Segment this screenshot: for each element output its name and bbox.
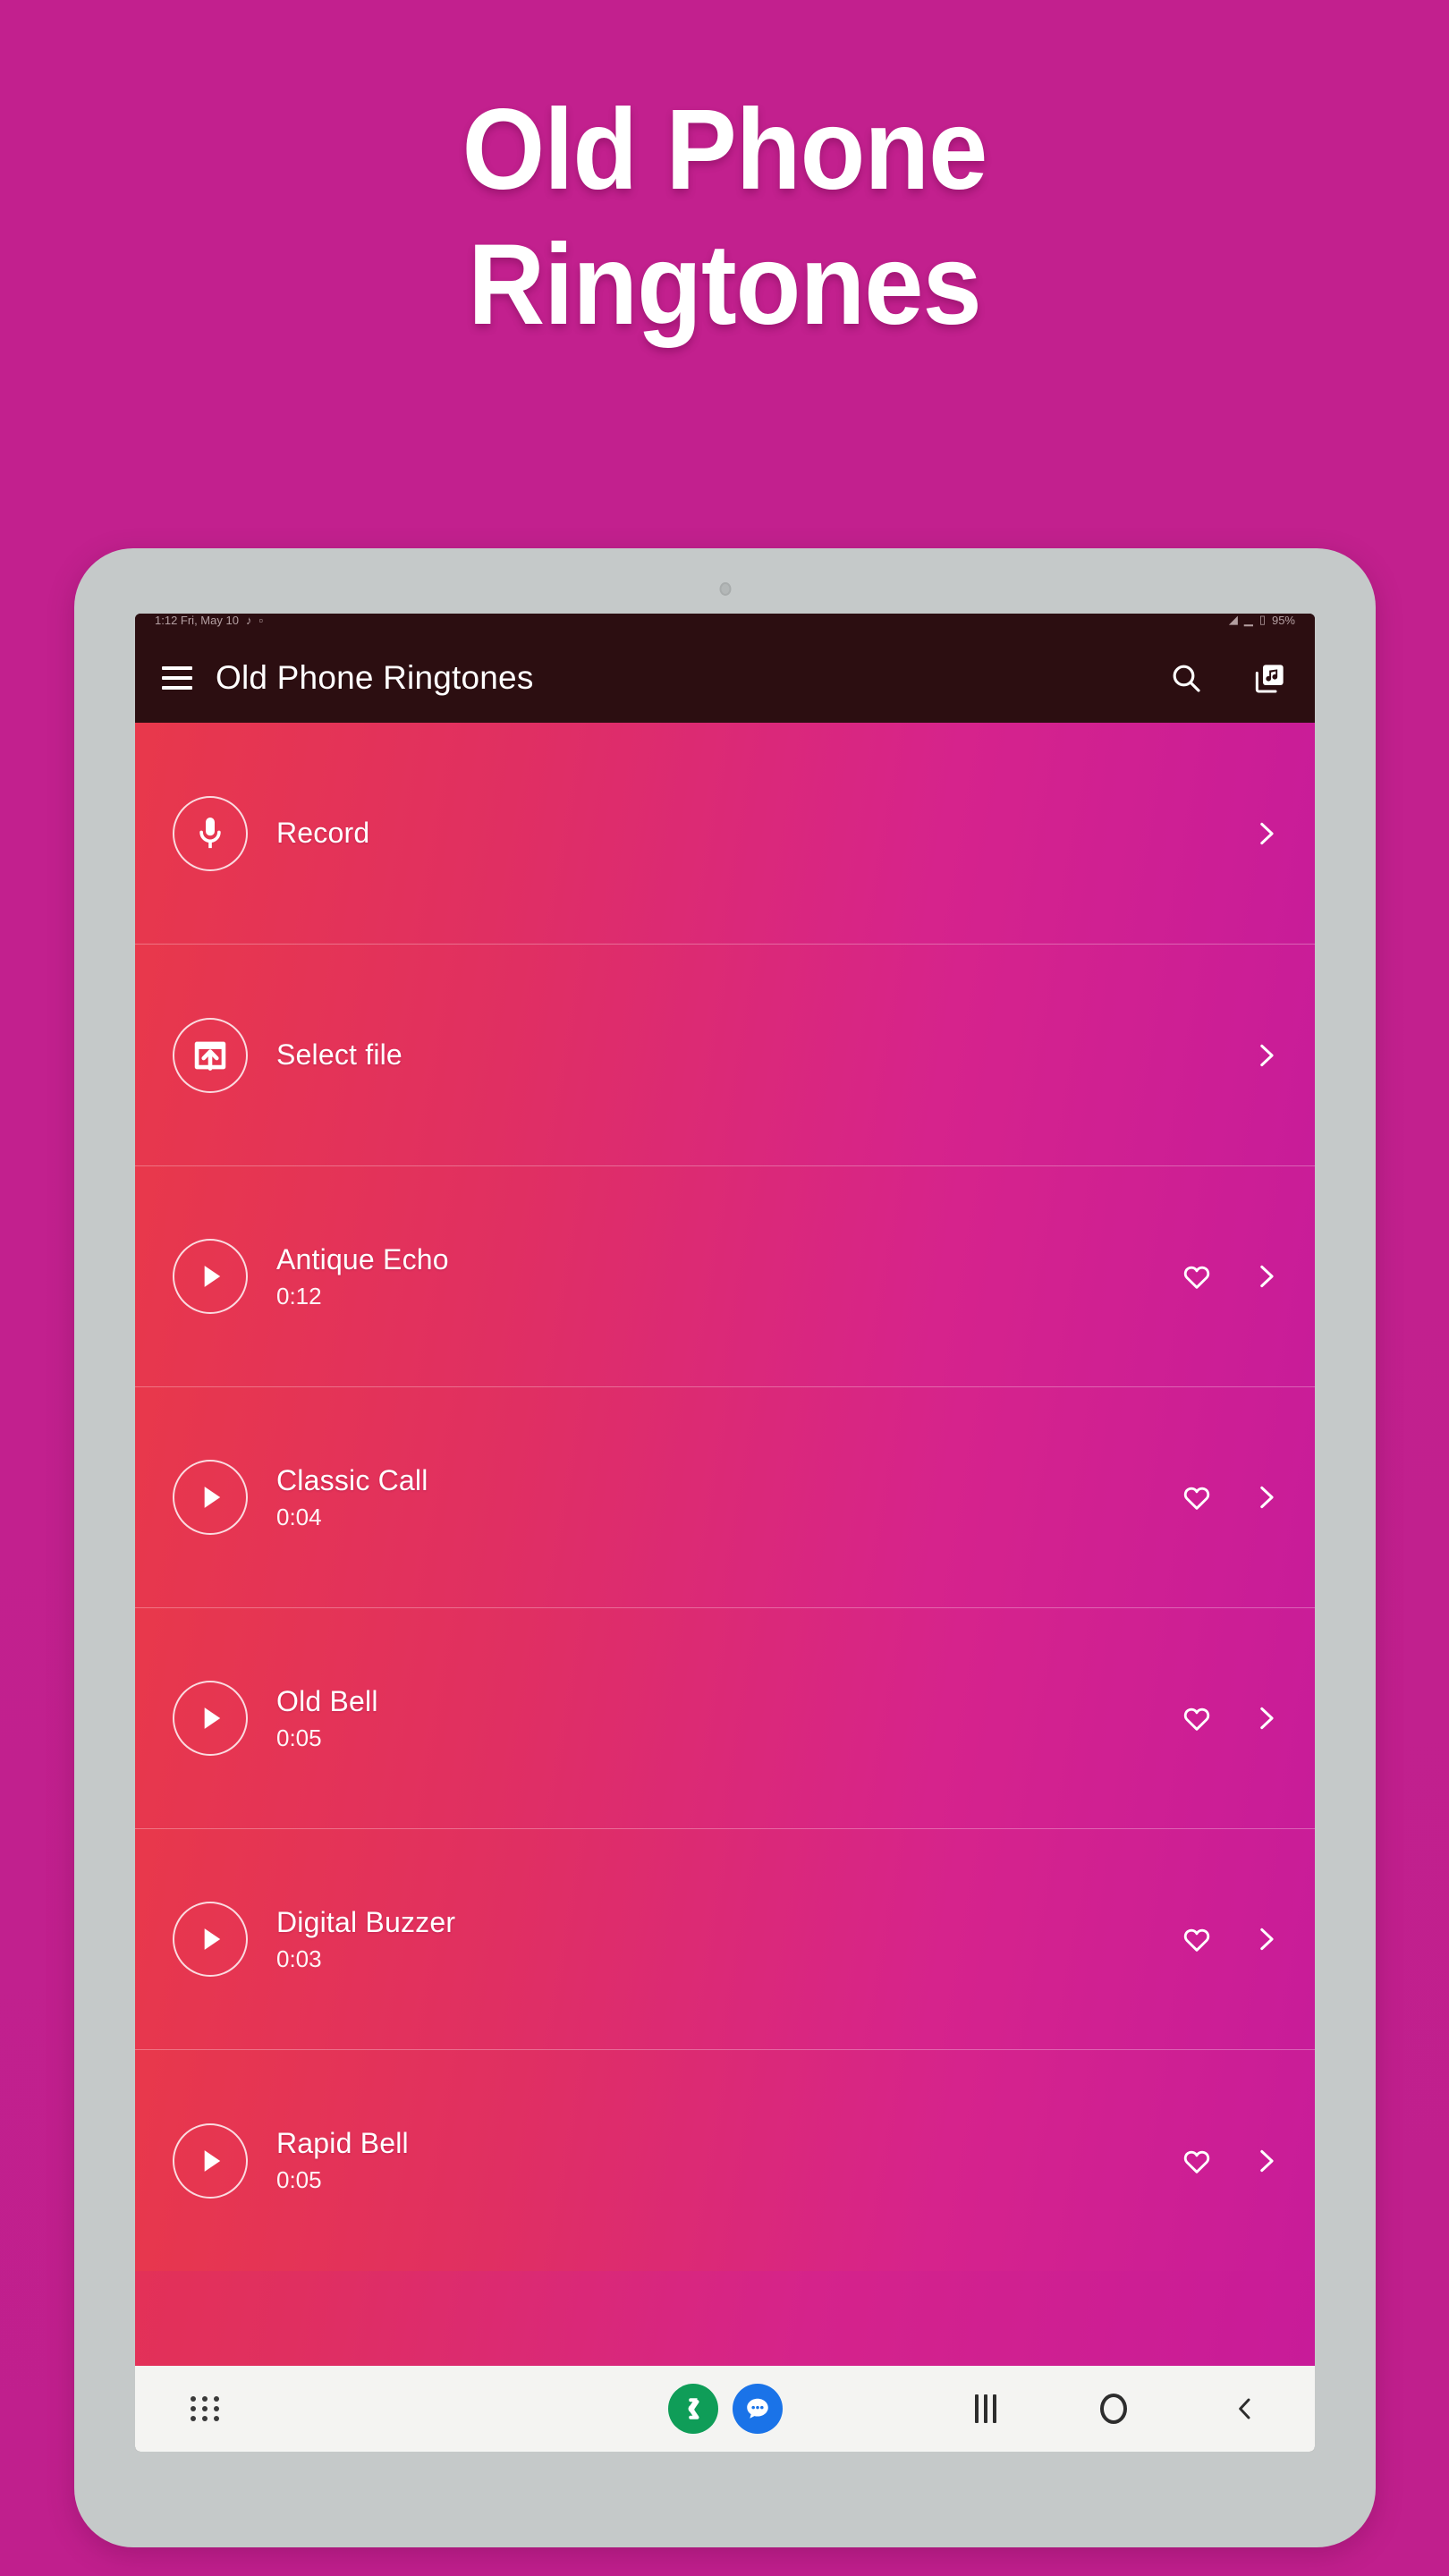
device-screen: 1:12 Fri, May 10 ♪ ▫ ◢ ▁ ▯ 95% Old Phone… [135,614,1315,2452]
app-bar: Old Phone Ringtones [135,633,1315,723]
heart-outline-icon[interactable] [1181,1481,1213,1513]
battery-percent: 95% [1271,614,1295,627]
battery-icon: ▯ [1258,614,1266,626]
ringtone-title: Classic Call [276,1463,428,1496]
play-icon[interactable] [173,1681,248,1756]
page-title-line-1: Old Phone [462,86,988,214]
table-row[interactable]: Old Bell 0:05 [135,1608,1315,1829]
search-icon[interactable] [1168,660,1204,696]
chevron-right-icon[interactable] [1250,1703,1281,1733]
list-item-record[interactable]: Record [135,723,1315,945]
app-bar-title: Old Phone Ringtones [216,659,534,696]
list-item-select-file[interactable]: Select file [135,945,1315,1166]
chevron-right-icon[interactable] [1250,1040,1281,1071]
list-item-select-file-text: Select file [276,1038,1250,1072]
play-icon[interactable] [173,1460,248,1535]
back-icon[interactable] [1231,2393,1259,2425]
chevron-right-icon[interactable] [1250,1482,1281,1513]
ringtone-duration: 0:03 [276,1945,322,1972]
heart-outline-icon[interactable] [1181,1923,1213,1955]
music-library-icon[interactable] [1252,660,1288,696]
table-row[interactable]: Rapid Bell 0:05 [135,2050,1315,2271]
messages-icon[interactable] [732,2384,783,2434]
sound-icon: ♪ [245,614,252,627]
system-navigation-bar [135,2366,1315,2452]
chevron-right-icon[interactable] [1250,818,1281,849]
ringtone-title: Digital Buzzer [276,1905,456,1938]
ringtone-text: Digital Buzzer 0:03 [276,1906,1181,1973]
recents-icon[interactable] [975,2394,996,2423]
table-row[interactable]: Digital Buzzer 0:03 [135,1829,1315,2050]
notification-icon: ▫ [258,614,264,627]
ringtone-list: Record Select file Antique Echo 0:12 Cla… [135,723,1315,2366]
android-status-bar: 1:12 Fri, May 10 ♪ ▫ ◢ ▁ ▯ 95% [135,614,1315,633]
ringtone-text: Antique Echo 0:12 [276,1243,1181,1310]
nav-shortcuts [667,2384,783,2434]
front-camera-dot [719,582,731,596]
play-icon[interactable] [173,1239,248,1314]
ringtone-title: Antique Echo [276,1242,449,1275]
status-bar-left: 1:12 Fri, May 10 ♪ ▫ [155,614,263,627]
heart-outline-icon[interactable] [1181,1260,1213,1292]
page-title-line-2: Ringtones [468,221,982,350]
import-file-icon[interactable] [173,1017,248,1093]
microphone-icon[interactable] [173,795,248,871]
play-icon[interactable] [173,1902,248,1977]
table-row[interactable]: Antique Echo 0:12 [135,1166,1315,1387]
system-buttons [975,2393,1259,2425]
ringtone-text: Old Bell 0:05 [276,1685,1181,1752]
app-grid-icon[interactable] [191,2396,221,2421]
chevron-right-icon[interactable] [1250,1261,1281,1292]
phone-icon[interactable] [667,2384,718,2434]
heart-outline-icon[interactable] [1181,1702,1213,1734]
promo-screenshot: Old Phone Ringtones 1:12 Fri, May 10 ♪ ▫… [0,0,1449,2576]
ringtone-duration: 0:12 [276,1282,322,1309]
ringtone-duration: 0:05 [276,2166,322,2193]
ringtone-duration: 0:04 [276,1503,322,1530]
home-icon[interactable] [1100,2394,1127,2424]
play-icon[interactable] [173,2123,248,2199]
page-title: Old Phone Ringtones [51,82,1399,352]
hamburger-menu-icon[interactable] [162,666,192,690]
chevron-right-icon[interactable] [1250,2146,1281,2176]
ringtone-title: Old Bell [276,1684,378,1717]
list-item-record-text: Record [276,817,1250,850]
status-bar-right: ◢ ▁ ▯ 95% [1229,614,1295,627]
ringtone-duration: 0:05 [276,1724,322,1751]
list-item-title: Record [276,817,370,849]
wifi-icon: ◢ [1228,614,1238,626]
heart-outline-icon[interactable] [1181,2145,1213,2177]
list-item-title: Select file [276,1038,402,1071]
ringtone-title: Rapid Bell [276,2127,409,2159]
table-row[interactable]: Classic Call 0:04 [135,1387,1315,1608]
status-bar-clock: 1:12 Fri, May 10 [155,614,239,627]
chevron-right-icon[interactable] [1250,1924,1281,1954]
ringtone-text: Rapid Bell 0:05 [276,2127,1181,2194]
ringtone-text: Classic Call 0:04 [276,1464,1181,1531]
signal-icon: ▁ [1243,614,1253,626]
tablet-device-frame: 1:12 Fri, May 10 ♪ ▫ ◢ ▁ ▯ 95% Old Phone… [74,548,1376,2547]
